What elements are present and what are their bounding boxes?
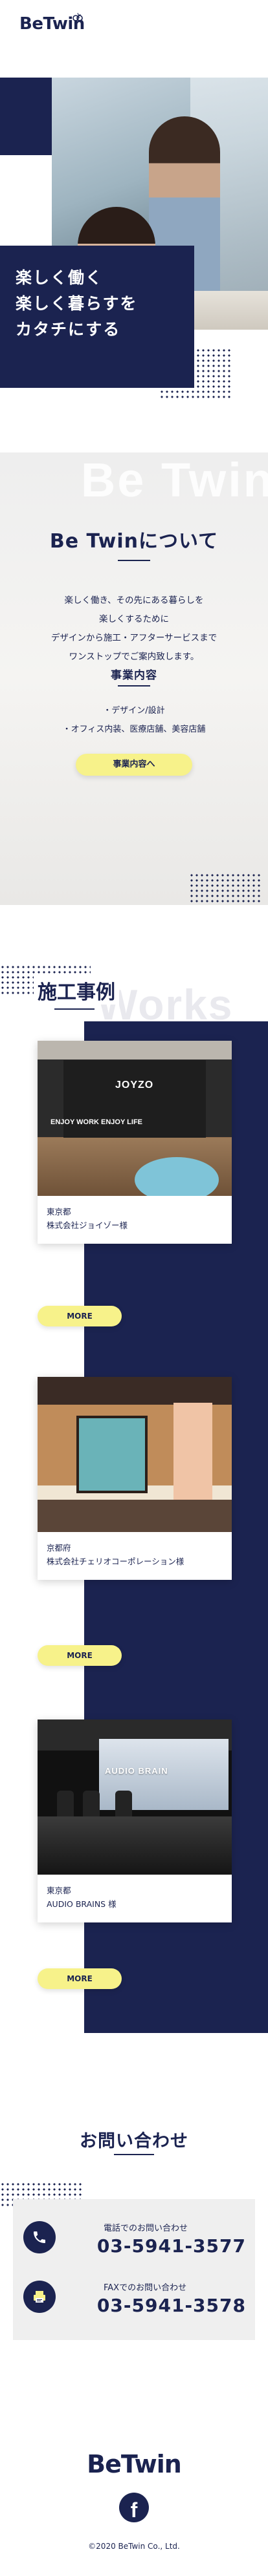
about-text-line: ワンストップでご案内致します。 bbox=[69, 652, 199, 662]
fax-icon bbox=[23, 2281, 56, 2313]
site-footer: BeTwin f ©2020 BeTwin Co., Ltd. bbox=[0, 2450, 268, 2576]
fax-label: FAXでのお問い合わせ bbox=[104, 2283, 187, 2293]
phone-icon bbox=[23, 2221, 56, 2253]
title-underline bbox=[114, 2154, 154, 2155]
contact-box: 電話でのお問い合わせ 03-5941-3577 FAXでのお問い合わせ 03-5… bbox=[13, 2199, 255, 2340]
works-prefecture: 東京都 bbox=[47, 1886, 71, 1895]
about-text-line: デザインから施工・アフターサービスまで bbox=[50, 633, 218, 643]
works-card[interactable]: JOYZO ENJOY WORK ENJOY LIFE 東京都 株式会社ジョイゾ… bbox=[38, 1041, 232, 1244]
works-card[interactable]: AUDIO BRAIN 東京都 AUDIO BRAINS 様 bbox=[38, 1719, 232, 1922]
works-prefecture: 東京都 bbox=[47, 1207, 71, 1217]
photo-slogan-text: ENJOY WORK ENJOY LIFE bbox=[50, 1118, 143, 1126]
about-section: Be Twin Be Twinについて 楽しく働き、その先にある暮らしを 楽しく… bbox=[0, 452, 268, 905]
hero-section: 楽しく働く 楽しく暮らすを カタチにする bbox=[0, 52, 268, 414]
works-photo-audio-brains: AUDIO BRAIN bbox=[38, 1719, 232, 1875]
hero-navy-block bbox=[0, 78, 52, 155]
contact-section: お問い合わせ 電話でのお問い合わせ 03-5941-3577 FAXでのお問い合… bbox=[0, 2101, 268, 2372]
works-client-name: 株式会社チェリオコーポレーション様 bbox=[47, 1557, 184, 1566]
works-prefecture: 京都府 bbox=[47, 1543, 71, 1553]
dot-pattern bbox=[159, 348, 230, 399]
works-section: Works 施工事例 JOYZO ENJOY WORK ENJOY LIFE 東… bbox=[0, 905, 268, 2049]
hero-line-1: 楽しく働く bbox=[16, 268, 104, 287]
copyright: ©2020 BeTwin Co., Ltd. bbox=[88, 2542, 180, 2551]
tel-label: 電話でのお問い合わせ bbox=[104, 2224, 188, 2233]
about-text-line: 楽しく働き、その先にある暮らしを bbox=[64, 595, 204, 606]
title-underline bbox=[118, 685, 150, 687]
more-button[interactable]: MORE bbox=[38, 1306, 122, 1326]
business-list: ・デザイン/設計 ・オフィス内装、医療店舗、美容店舗 bbox=[0, 701, 268, 739]
tel-number[interactable]: 03-5941-3577 bbox=[63, 2235, 246, 2257]
site-logo[interactable]: BeTwin bbox=[19, 12, 85, 34]
photo-sign-text: AUDIO BRAIN bbox=[105, 1766, 168, 1776]
logo-mark-icon bbox=[71, 12, 84, 25]
hero-line-2: 楽しく暮らすを bbox=[16, 294, 138, 313]
business-item: ・オフィス内装、医療店舗、美容店舗 bbox=[62, 725, 206, 734]
works-photo-joyzo: JOYZO ENJOY WORK ENJOY LIFE bbox=[38, 1041, 232, 1196]
site-header: BeTwin bbox=[0, 0, 268, 52]
tel-row[interactable]: 電話でのお問い合わせ 03-5941-3577 bbox=[13, 2215, 255, 2266]
title-underline bbox=[118, 560, 150, 561]
facebook-icon[interactable]: f bbox=[119, 2493, 149, 2522]
works-card-body: 東京都 AUDIO BRAINS 様 bbox=[38, 1875, 232, 1922]
title-underline bbox=[54, 1008, 95, 1010]
more-button[interactable]: MORE bbox=[38, 1645, 122, 1666]
works-photo-cafe bbox=[38, 1377, 232, 1532]
business-item: ・デザイン/設計 bbox=[103, 706, 165, 716]
hero-catchcopy: 楽しく働く 楽しく暮らすを カタチにする bbox=[16, 265, 138, 343]
footer-logo[interactable]: BeTwin bbox=[0, 2450, 268, 2478]
dot-pattern bbox=[189, 873, 260, 902]
contact-title: お問い合わせ bbox=[80, 2131, 188, 2151]
about-title: Be Twinについて bbox=[49, 530, 219, 553]
about-description: 楽しく働き、その先にある暮らしを 楽しくするために デザインから施工・アフターサ… bbox=[0, 591, 268, 666]
fax-row: FAXでのお問い合わせ 03-5941-3578 bbox=[13, 2274, 255, 2326]
works-client-name: AUDIO BRAINS 様 bbox=[47, 1899, 117, 1909]
works-card-body: 京都府 株式会社チェリオコーポレーション様 bbox=[38, 1532, 232, 1580]
business-button[interactable]: 事業内容へ bbox=[76, 754, 192, 776]
page: BeTwin 楽しく働く 楽しく暮らすを カタチにする Be Twin Be T… bbox=[0, 0, 268, 2576]
photo-logo-text: JOYZO bbox=[115, 1080, 154, 1091]
works-title: 施工事例 bbox=[34, 976, 119, 1005]
works-card[interactable]: 京都府 株式会社チェリオコーポレーション様 bbox=[38, 1377, 232, 1580]
about-ghost-text: Be Twin bbox=[80, 453, 268, 507]
works-client-name: 株式会社ジョイゾー様 bbox=[47, 1220, 128, 1230]
fax-number: 03-5941-3578 bbox=[96, 2295, 246, 2316]
about-text-line: 楽しくするために bbox=[99, 614, 169, 624]
works-card-body: 東京都 株式会社ジョイゾー様 bbox=[38, 1196, 232, 1244]
business-title: 事業内容 bbox=[111, 669, 157, 682]
more-button[interactable]: MORE bbox=[38, 1968, 122, 1989]
hero-line-3: カタチにする bbox=[16, 320, 121, 339]
